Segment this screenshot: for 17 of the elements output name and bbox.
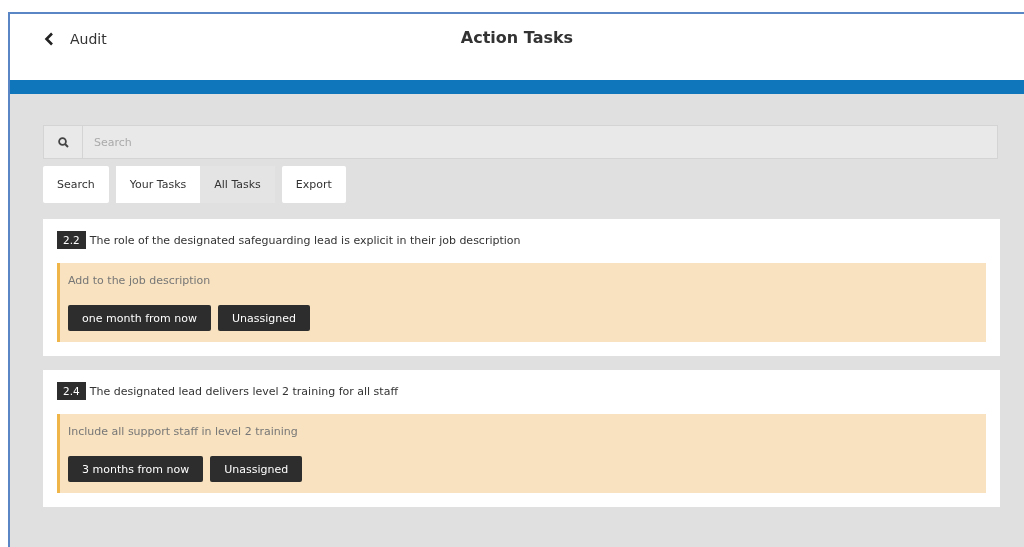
item-number-badge: 2.4	[57, 382, 86, 400]
action-text: Add to the job description	[68, 274, 212, 287]
task-title: The designated lead delivers level 2 training for all staff	[89, 384, 398, 398]
action-text: Include all support staff in level 2 training	[68, 425, 299, 438]
task-title: The role of the designated safeguarding lead is explicit in their job description	[89, 233, 521, 247]
back-link[interactable]: Audit	[44, 31, 107, 47]
due-date-button[interactable]: 3 months from now	[68, 456, 204, 482]
chevron-left-icon	[44, 32, 54, 46]
export-button[interactable]: Export	[281, 166, 346, 203]
search-button[interactable]: Search	[43, 166, 109, 203]
filter-tab[interactable]: Your Tasks	[115, 166, 201, 203]
filter-tab[interactable]: All Tasks	[200, 166, 275, 203]
page-title: Action Tasks	[460, 28, 574, 47]
assignee-button[interactable]: Unassigned	[217, 305, 310, 331]
item-number-badge: 2.2	[57, 231, 86, 249]
due-date-button[interactable]: one month from now	[68, 305, 211, 331]
assignee-button[interactable]: Unassigned	[210, 456, 303, 482]
